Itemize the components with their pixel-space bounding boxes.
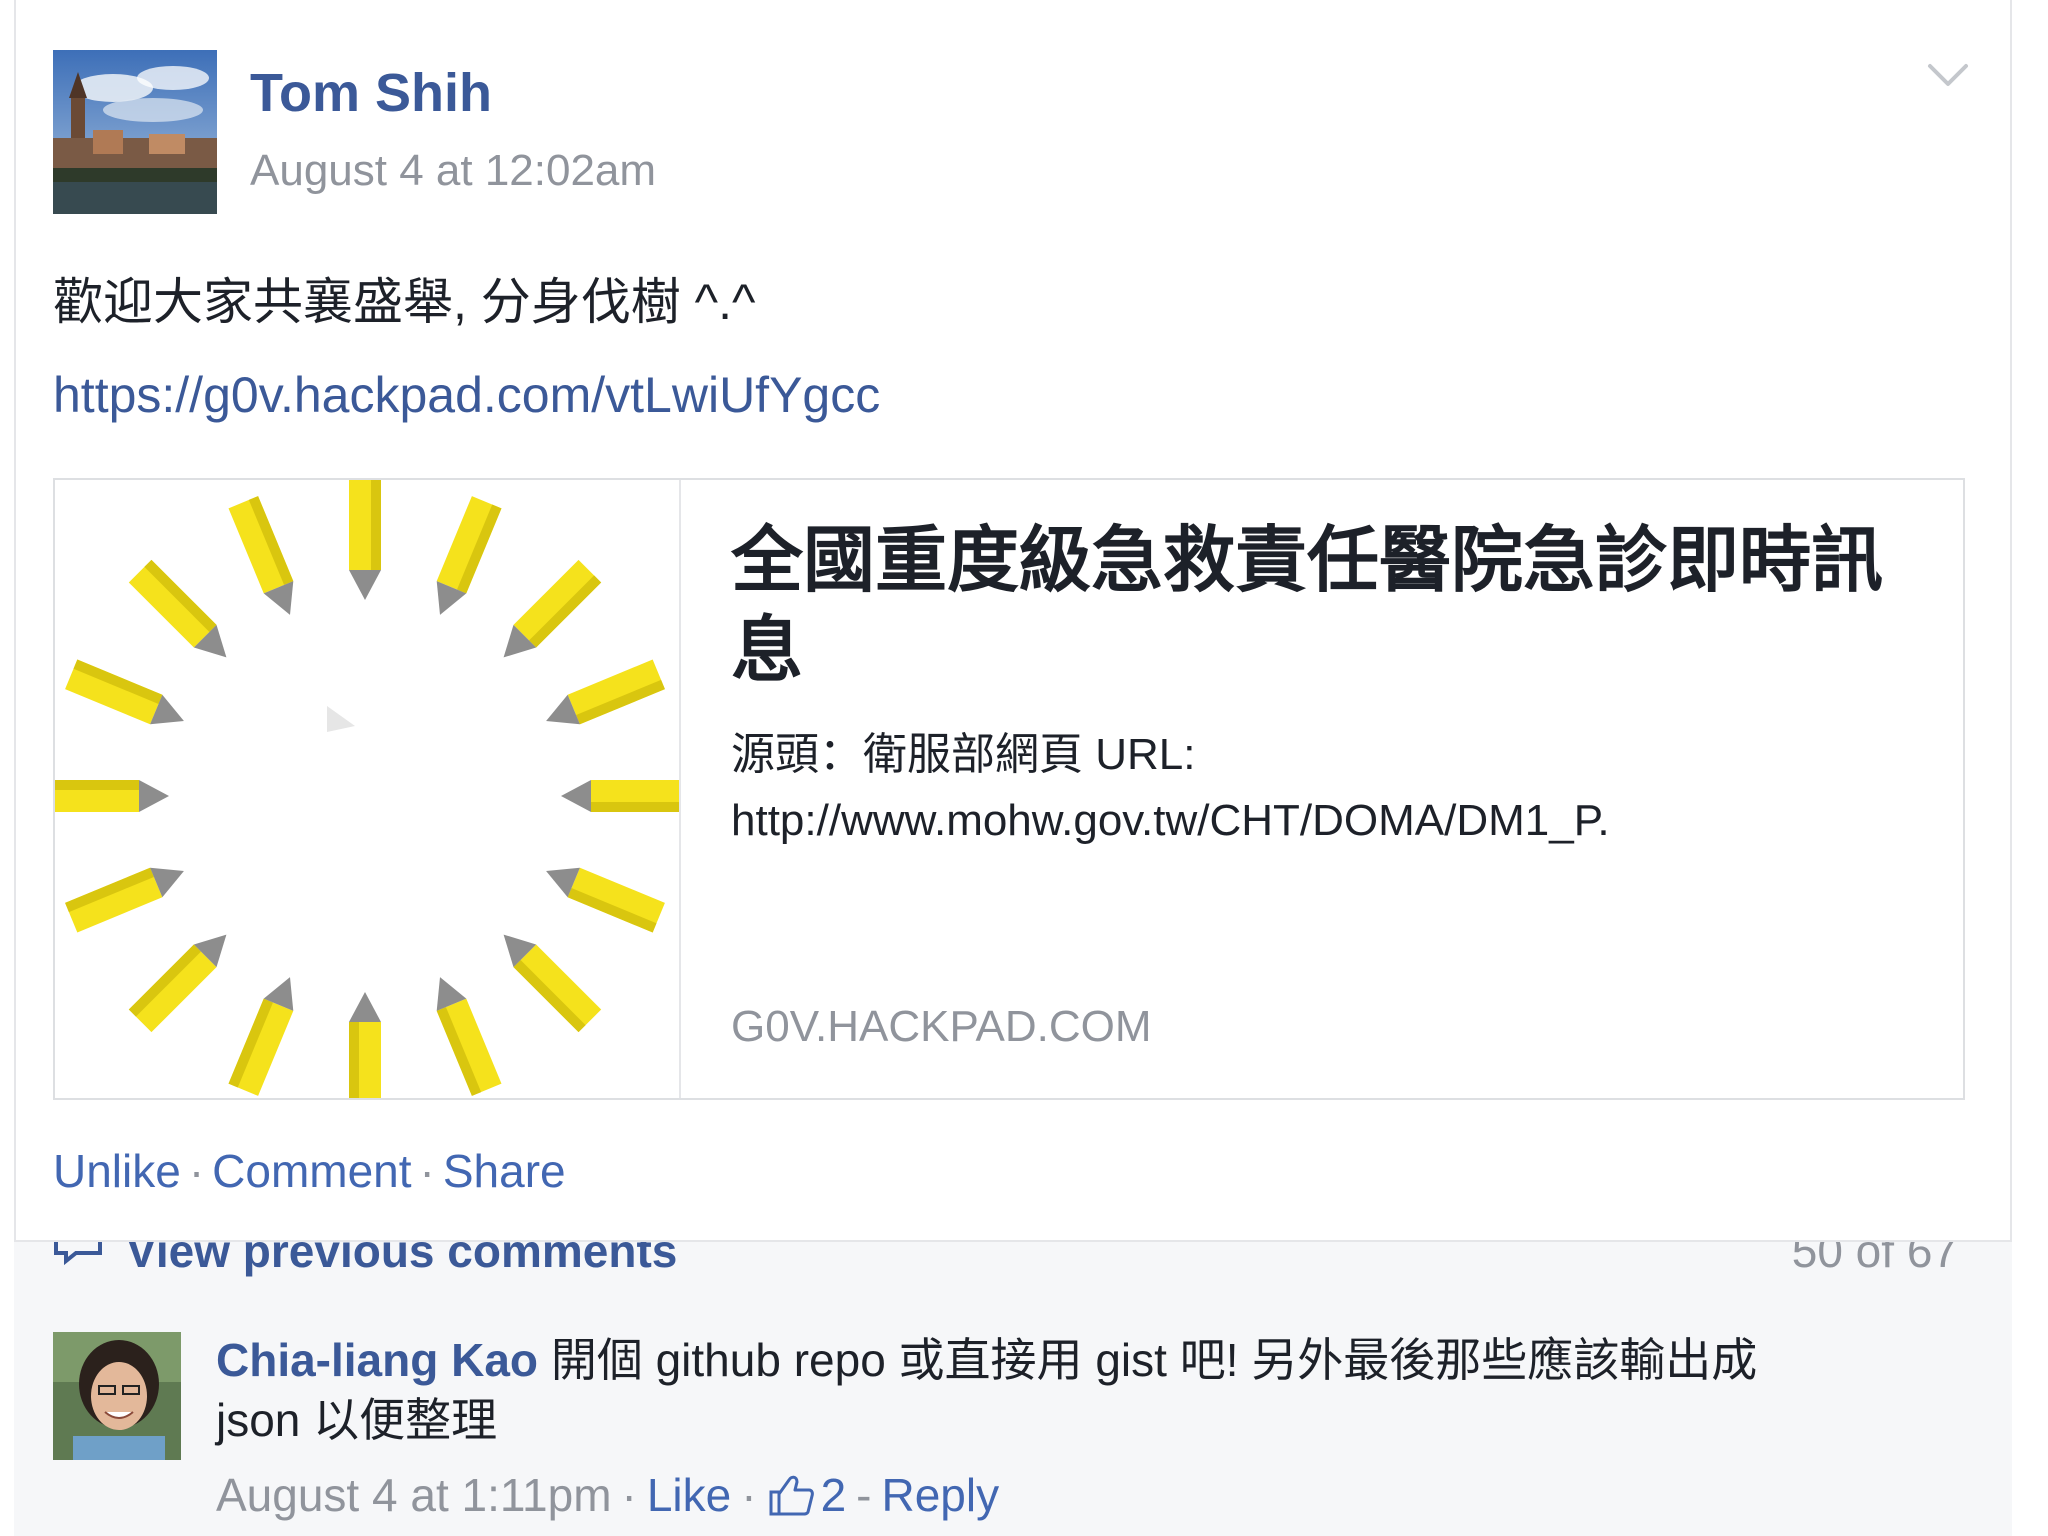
pencil-mark xyxy=(65,659,184,725)
comment-like-button[interactable]: Like xyxy=(647,1468,731,1522)
comment-reply-button[interactable]: Reply xyxy=(881,1468,999,1522)
thumbs-up-icon xyxy=(769,1475,814,1516)
share-button[interactable]: Share xyxy=(443,1145,566,1197)
pencil-mark xyxy=(228,496,294,615)
link-preview-description-line: http://www.mohw.gov.tw/CHT/DOMA/DM1_P. xyxy=(731,796,1610,845)
separator: · xyxy=(188,1145,205,1197)
separator: · xyxy=(419,1145,435,1197)
pencil-mark xyxy=(503,559,602,658)
view-previous-comments-link[interactable]: View previous comments xyxy=(52,1242,677,1278)
comment-button[interactable]: Comment xyxy=(212,1145,411,1197)
link-preview-description-line: 源頭：衛服部網頁 URL: xyxy=(731,730,1196,779)
pencil-mark xyxy=(349,480,381,600)
comments-section: View previous comments 50 of 67 Chia-lia… xyxy=(14,1240,2012,1536)
comment-bubble-icon xyxy=(54,1242,102,1266)
author-avatar[interactable] xyxy=(53,50,217,214)
comment-text-block: Chia-liang Kao 開個 github repo 或直接用 gist … xyxy=(216,1330,1836,1450)
pencil-mark xyxy=(561,780,679,812)
pencil-mark xyxy=(128,559,227,658)
link-preview-description: 源頭：衛服部網頁 URL: http://www.mohw.gov.tw/CHT… xyxy=(731,722,1931,854)
center-cursor-mark xyxy=(327,706,355,732)
commenter-avatar[interactable] xyxy=(53,1332,181,1460)
link-preview-card[interactable]: 全國重度級急救責任醫院急診即時訊息 源頭：衛服部網頁 URL: http://w… xyxy=(53,478,1965,1100)
pencil-mark xyxy=(436,977,502,1096)
separator: · xyxy=(621,1469,637,1521)
pencil-mark xyxy=(349,992,381,1098)
pencil-mark xyxy=(546,867,665,933)
author-name[interactable]: Tom Shih xyxy=(250,62,492,124)
like-count-value: 2 xyxy=(820,1469,847,1521)
comment-timestamp[interactable]: August 4 at 1:11pm xyxy=(216,1468,612,1522)
link-preview-domain: G0V.HACKPAD.COM xyxy=(731,1002,1152,1051)
pencil-mark xyxy=(228,977,294,1096)
post-text: 歡迎大家共襄盛舉, 分身伐樹 ^.^ xyxy=(53,274,756,330)
post-link[interactable]: https://g0v.hackpad.com/vtLwiUfYgcc xyxy=(53,366,880,424)
pencil-mark xyxy=(65,867,184,933)
post-actions: Unlike · Comment · Share xyxy=(53,1144,566,1198)
comment-count: 50 of 67 xyxy=(1791,1240,1958,1277)
pencil-spinner-logo xyxy=(55,480,681,1098)
link-preview-title[interactable]: 全國重度級急救責任醫院急診即時訊息 xyxy=(731,516,1931,696)
facebook-post-screen: Tom Shih August 4 at 12:02am 歡迎大家共襄盛舉, 分… xyxy=(0,0,2048,1536)
post-timestamp[interactable]: August 4 at 12:02am xyxy=(250,146,656,196)
pencil-mark xyxy=(503,934,602,1033)
pencil-mark xyxy=(546,659,665,725)
commenter-name[interactable]: Chia-liang Kao xyxy=(216,1334,538,1386)
pencil-mark xyxy=(128,934,227,1033)
separator: · xyxy=(741,1469,757,1521)
comment-meta: August 4 at 1:11pm · Like · 2 - Reply xyxy=(216,1468,999,1522)
view-previous-comments-label[interactable]: View previous comments xyxy=(126,1242,677,1278)
comment-like-count[interactable]: 2 xyxy=(767,1468,847,1522)
chevron-down-icon[interactable] xyxy=(1926,60,1970,90)
pencil-mark xyxy=(55,780,169,812)
unlike-button[interactable]: Unlike xyxy=(53,1145,181,1197)
pencil-mark xyxy=(436,496,502,615)
separator: - xyxy=(856,1469,872,1521)
